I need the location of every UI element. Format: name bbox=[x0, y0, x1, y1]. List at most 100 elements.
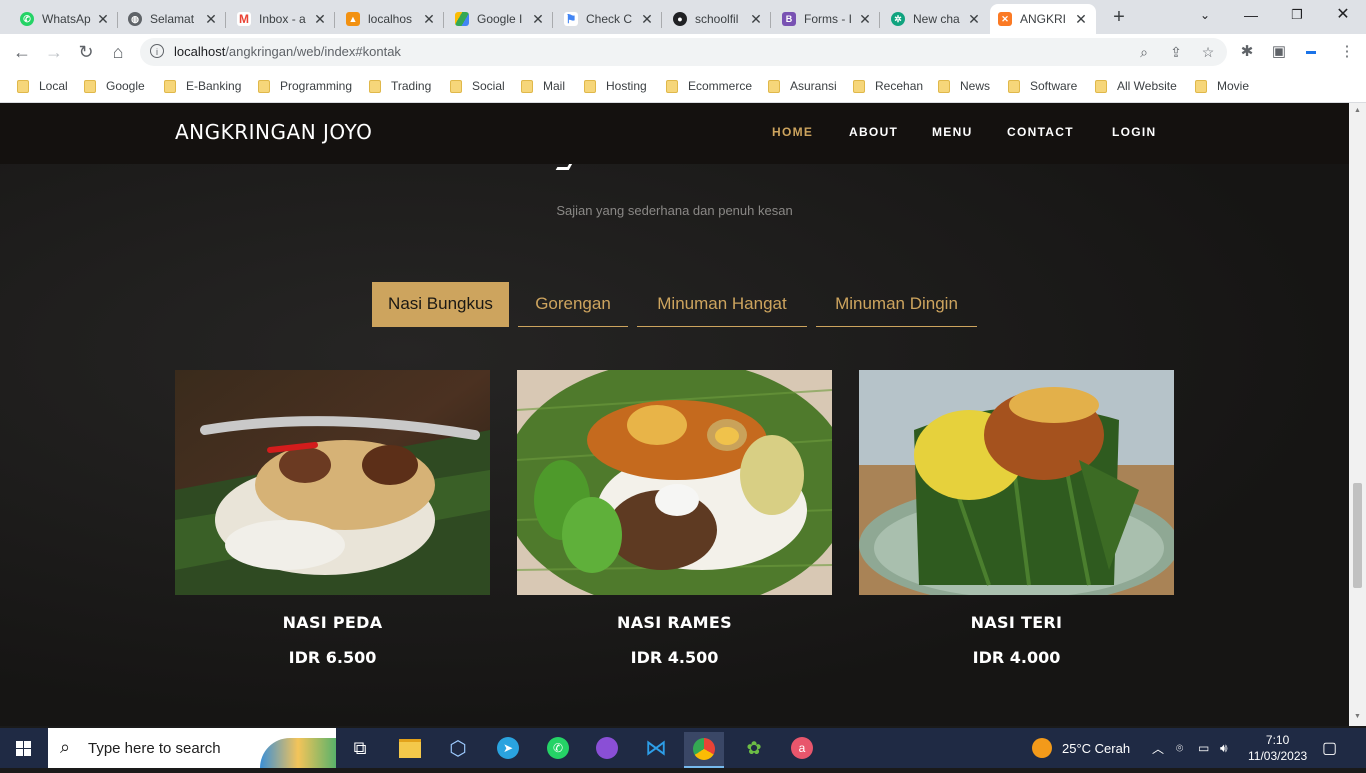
volume-icon[interactable]: 🔊︎ bbox=[1220, 728, 1228, 768]
filter-gorengan[interactable]: Gorengan bbox=[518, 282, 628, 327]
file-explorer-icon[interactable] bbox=[390, 732, 430, 764]
tab-title: localhos bbox=[368, 12, 413, 26]
browser-tab[interactable]: M Inbox - a ✕ bbox=[229, 4, 335, 34]
scrollbar-thumb[interactable] bbox=[1353, 483, 1362, 588]
meet-now-icon[interactable]: ⌾ bbox=[1176, 728, 1183, 768]
new-tab-button[interactable]: + bbox=[1108, 6, 1130, 28]
browser-tab[interactable]: ▲ localhos ✕ bbox=[338, 4, 444, 34]
close-icon[interactable]: ✕ bbox=[313, 11, 327, 28]
minimize-button[interactable]: — bbox=[1228, 0, 1274, 30]
vscode-icon[interactable]: ⋈ bbox=[636, 732, 676, 764]
nav-menu[interactable]: MENU bbox=[932, 125, 973, 139]
browser-tab[interactable]: ● schoolfil ✕ bbox=[665, 4, 771, 34]
share-icon[interactable]: ⇪ bbox=[1167, 43, 1185, 61]
bookmark-folder[interactable]: Asuransi bbox=[768, 77, 837, 95]
bookmark-star-icon[interactable]: ☆ bbox=[1199, 43, 1217, 61]
menu-subtitle: Sajian yang sederhana dan penuh kesan bbox=[556, 203, 793, 218]
browser-tab[interactable]: B Forms - I ✕ bbox=[774, 4, 880, 34]
nav-about[interactable]: ABOUT bbox=[849, 125, 898, 139]
taskbar-search[interactable]: ⌕ Type here to search bbox=[48, 728, 336, 768]
tab-search-button[interactable]: ⌄ bbox=[1182, 0, 1228, 30]
virtualbox-icon[interactable]: ⬡ bbox=[438, 732, 478, 764]
telegram-icon[interactable]: ➤ bbox=[488, 732, 528, 764]
folder-icon bbox=[666, 79, 678, 93]
menu-item-image[interactable] bbox=[517, 370, 832, 595]
close-icon[interactable]: ✕ bbox=[204, 11, 218, 28]
bookmark-folder[interactable]: Recehan bbox=[853, 77, 923, 95]
bookmark-folder[interactable]: Movie bbox=[1195, 77, 1249, 95]
bookmark-folder[interactable]: News bbox=[938, 77, 990, 95]
reload-button[interactable]: ↻ bbox=[74, 40, 98, 64]
close-icon[interactable]: ✕ bbox=[967, 11, 981, 28]
menu-item-image[interactable] bbox=[175, 370, 490, 595]
browser-tab-active[interactable]: ✕ ANGKRI ✕ bbox=[990, 4, 1096, 34]
task-view-icon[interactable]: ⧉ bbox=[340, 732, 380, 764]
network-icon[interactable]: ▭ bbox=[1198, 728, 1209, 768]
zoom-icon[interactable]: ⌕ bbox=[1135, 43, 1153, 61]
url-path: /angkringan/web/index#kontak bbox=[225, 44, 401, 59]
bookmark-folder[interactable]: All Website bbox=[1095, 77, 1177, 95]
whatsapp-app-icon[interactable]: ✆ bbox=[538, 732, 578, 764]
github-icon: ● bbox=[673, 12, 687, 26]
browser-tab[interactable]: Google I ✕ bbox=[447, 4, 553, 34]
browser-tab[interactable]: ◍ Selamat ✕ bbox=[120, 4, 226, 34]
close-icon[interactable]: ✕ bbox=[1074, 11, 1088, 28]
bookmark-label: Programming bbox=[280, 79, 353, 93]
nav-login[interactable]: LOGIN bbox=[1112, 125, 1157, 139]
close-icon[interactable]: ✕ bbox=[858, 11, 872, 28]
scroll-down-arrow[interactable]: ▼ bbox=[1353, 713, 1362, 720]
scroll-up-arrow[interactable]: ▲ bbox=[1353, 107, 1362, 114]
page-scrollbar[interactable]: ▲ ▼ bbox=[1349, 103, 1366, 726]
extensions-icon[interactable]: ✱ bbox=[1238, 43, 1256, 61]
url-text[interactable]: localhost/angkringan/web/index#kontak bbox=[174, 44, 401, 59]
github-desktop-icon[interactable] bbox=[587, 732, 627, 764]
site-info-icon[interactable]: i bbox=[150, 44, 164, 58]
browser-tab[interactable]: ✲ New cha ✕ bbox=[883, 4, 989, 34]
back-button[interactable]: ← bbox=[10, 40, 34, 64]
app-a-icon[interactable]: a bbox=[782, 732, 822, 764]
address-bar[interactable]: i localhost/angkringan/web/index#kontak … bbox=[140, 38, 1227, 66]
close-icon[interactable]: ✕ bbox=[96, 11, 110, 28]
bookmark-folder[interactable]: Trading bbox=[369, 77, 431, 95]
weather-widget[interactable]: 25°C Cerah bbox=[1032, 728, 1130, 768]
menu-item-image[interactable] bbox=[859, 370, 1174, 595]
close-icon[interactable]: ✕ bbox=[749, 11, 763, 28]
side-panel-icon[interactable]: ▣ bbox=[1270, 43, 1288, 61]
bookmark-label: Hosting bbox=[606, 79, 647, 93]
notifications-icon[interactable]: ▢ bbox=[1322, 728, 1337, 768]
bookmark-folder[interactable]: Hosting bbox=[584, 77, 647, 95]
home-button[interactable]: ⌂ bbox=[106, 40, 130, 64]
clock[interactable]: 7:10 11/03/2023 bbox=[1248, 728, 1307, 768]
menu-icon[interactable]: ⋮ bbox=[1338, 43, 1356, 61]
close-icon[interactable]: ✕ bbox=[640, 11, 654, 28]
restore-button[interactable]: ❐ bbox=[1274, 0, 1320, 30]
folder-icon bbox=[84, 79, 96, 93]
close-icon[interactable]: ✕ bbox=[422, 11, 436, 28]
close-window-button[interactable]: ✕ bbox=[1320, 0, 1366, 30]
profile-icon[interactable]: ▬ bbox=[1302, 43, 1320, 61]
bookmark-folder[interactable]: Mail bbox=[521, 77, 565, 95]
bookmark-folder[interactable]: Software bbox=[1008, 77, 1077, 95]
bookmark-folder[interactable]: Programming bbox=[258, 77, 352, 95]
filter-minuman-dingin[interactable]: Minuman Dingin bbox=[816, 282, 977, 327]
browser-tab[interactable]: ✆ WhatsAp ✕ bbox=[12, 4, 118, 34]
nav-contact[interactable]: CONTACT bbox=[1007, 125, 1074, 139]
chevron-up-icon[interactable]: ︿ bbox=[1152, 728, 1164, 768]
bookmark-folder[interactable]: Social bbox=[450, 77, 505, 95]
site-brand[interactable]: ANGKRINGAN JOYO bbox=[175, 120, 372, 144]
bookmark-folder[interactable]: Ecommerce bbox=[666, 77, 752, 95]
browser-tab[interactable]: ⚑ Check C ✕ bbox=[556, 4, 662, 34]
nav-home[interactable]: HOME bbox=[772, 125, 813, 139]
bookmark-folder[interactable]: Google bbox=[84, 77, 145, 95]
app-frog-icon[interactable]: ✿ bbox=[734, 732, 774, 764]
forward-button[interactable]: → bbox=[42, 40, 66, 64]
filter-minuman-hangat[interactable]: Minuman Hangat bbox=[637, 282, 807, 327]
bookmark-folder[interactable]: E-Banking bbox=[164, 77, 241, 95]
start-button[interactable] bbox=[0, 728, 48, 768]
close-icon[interactable]: ✕ bbox=[531, 11, 545, 28]
chrome-icon[interactable] bbox=[684, 732, 724, 768]
windows-logo-icon bbox=[16, 741, 31, 756]
bookmark-label: News bbox=[960, 79, 991, 93]
filter-nasi-bungkus[interactable]: Nasi Bungkus bbox=[372, 282, 509, 327]
bookmark-folder[interactable]: Local bbox=[17, 77, 68, 95]
